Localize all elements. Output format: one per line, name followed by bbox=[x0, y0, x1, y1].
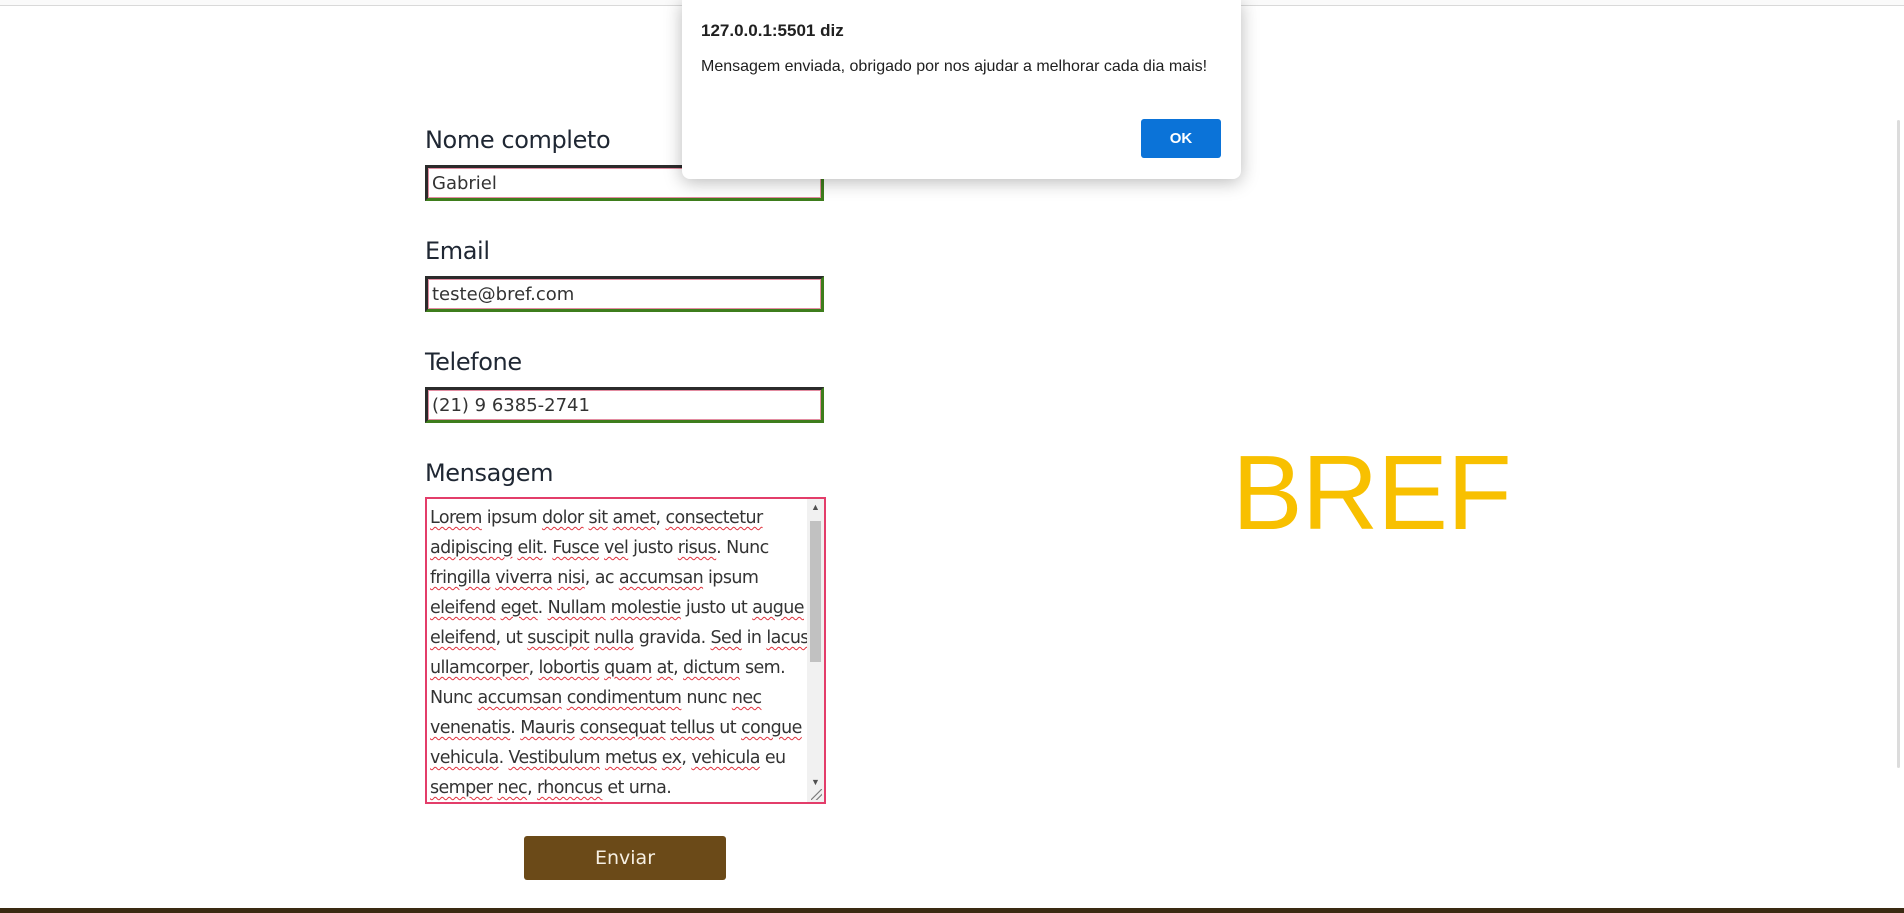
spellcheck-word: tellus bbox=[670, 718, 715, 738]
spellcheck-word: nisi bbox=[557, 568, 585, 588]
email-input[interactable] bbox=[425, 276, 824, 312]
alert-message: Mensagem enviada, obrigado por nos ajuda… bbox=[701, 58, 1208, 75]
message-text: Lorem ipsum dolor sit amet, consectetur … bbox=[430, 508, 809, 798]
brand-logo: BREF bbox=[1232, 434, 1512, 552]
spellcheck-word: condimentum bbox=[566, 688, 682, 708]
spellcheck-word: consectetur bbox=[665, 508, 763, 528]
spellcheck-word: Sed bbox=[710, 628, 743, 648]
page-scrollbar-thumb[interactable] bbox=[1897, 120, 1900, 768]
scroll-down-arrow-icon[interactable]: ▼ bbox=[807, 774, 824, 790]
spellcheck-word: at bbox=[656, 658, 674, 678]
textarea-scrollbar-thumb[interactable] bbox=[810, 521, 821, 662]
spellcheck-word: augue bbox=[752, 598, 804, 618]
spellcheck-word: ex bbox=[661, 748, 682, 768]
spellcheck-word: elit bbox=[517, 538, 543, 558]
footer-border bbox=[0, 908, 1904, 913]
spellcheck-word: nec bbox=[497, 778, 528, 798]
spellcheck-word: amet bbox=[612, 508, 657, 528]
spellcheck-word: venenatis bbox=[430, 718, 511, 738]
spellcheck-word: accumsan bbox=[477, 688, 562, 708]
send-button[interactable]: Enviar bbox=[524, 836, 726, 880]
message-label: Mensagem bbox=[425, 459, 554, 487]
message-textarea[interactable]: Lorem ipsum dolor sit amet, consectetur … bbox=[425, 497, 826, 804]
name-label: Nome completo bbox=[425, 126, 611, 154]
resize-grip-icon[interactable] bbox=[811, 789, 822, 800]
spellcheck-word: Fusce bbox=[552, 538, 600, 558]
spellcheck-word: Lorem bbox=[430, 508, 482, 528]
spellcheck-word: ullamcorper bbox=[430, 658, 529, 678]
spellcheck-word: accumsan bbox=[618, 568, 704, 588]
spellcheck-word: Mauris bbox=[520, 718, 575, 738]
spellcheck-word: risus bbox=[677, 538, 717, 558]
spellcheck-word: adipiscing bbox=[430, 538, 513, 558]
spellcheck-word: congue bbox=[741, 718, 802, 738]
spellcheck-word: semper bbox=[430, 778, 493, 798]
spellcheck-word: rhoncus bbox=[537, 778, 603, 798]
spellcheck-word: nulla bbox=[594, 628, 634, 648]
spellcheck-word: consequat bbox=[579, 718, 666, 738]
spellcheck-word: lobortis bbox=[538, 658, 600, 678]
ok-button[interactable]: OK bbox=[1141, 119, 1221, 158]
spellcheck-word: fringilla bbox=[430, 568, 491, 588]
spellcheck-word: Vestibulum bbox=[508, 748, 601, 768]
spellcheck-word: eleifend bbox=[430, 598, 496, 618]
spellcheck-word: vehicula bbox=[691, 748, 760, 768]
textarea-scrollbar[interactable]: ▲ ▼ bbox=[807, 499, 824, 802]
alert-title: 127.0.0.1:5501 diz bbox=[701, 21, 844, 40]
spellcheck-word: quam bbox=[604, 658, 652, 678]
scroll-up-arrow-icon[interactable]: ▲ bbox=[807, 499, 824, 515]
spellcheck-word: vehicula bbox=[430, 748, 499, 768]
spellcheck-word: Nullam bbox=[547, 598, 607, 618]
spellcheck-word: suscipit bbox=[527, 628, 590, 648]
spellcheck-word: dolor bbox=[541, 508, 584, 528]
page-scrollbar[interactable] bbox=[1896, 5, 1904, 908]
spellcheck-word: dictum bbox=[683, 658, 741, 678]
spellcheck-word: viverra bbox=[495, 568, 553, 588]
spellcheck-word: eleifend bbox=[430, 628, 496, 648]
phone-label: Telefone bbox=[425, 348, 522, 376]
spellcheck-word: metus bbox=[604, 748, 657, 768]
spellcheck-word: nec bbox=[731, 688, 762, 708]
spellcheck-word: molestie bbox=[610, 598, 682, 618]
email-label: Email bbox=[425, 237, 490, 265]
phone-input[interactable] bbox=[425, 387, 824, 423]
spellcheck-word: vel bbox=[604, 538, 629, 558]
spellcheck-word: eget bbox=[500, 598, 539, 618]
spellcheck-word: lacus bbox=[766, 628, 809, 648]
spellcheck-word: sit bbox=[588, 508, 609, 528]
alert-dialog: 127.0.0.1:5501 diz Mensagem enviada, obr… bbox=[682, 0, 1241, 179]
